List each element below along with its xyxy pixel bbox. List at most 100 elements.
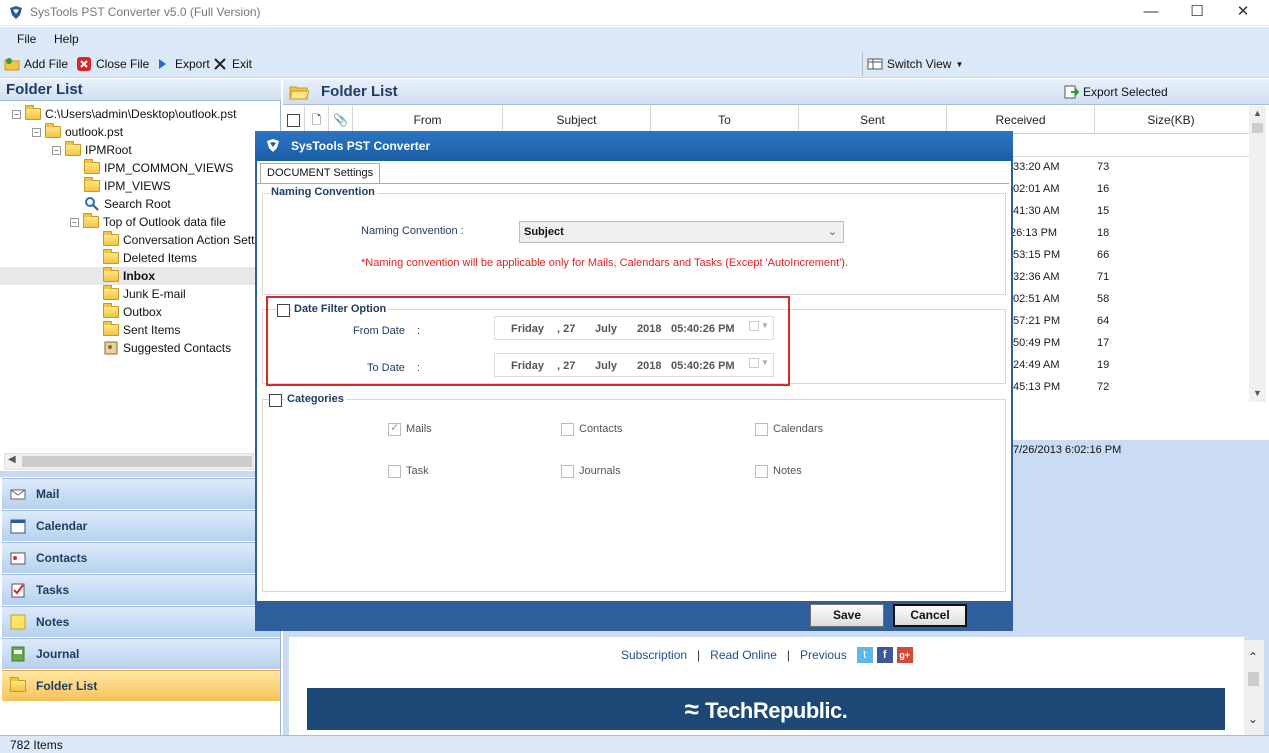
task-checkbox[interactable] — [388, 465, 401, 478]
scrollbar-thumb[interactable] — [1252, 123, 1263, 133]
collapse-icon[interactable]: − — [12, 109, 21, 119]
tree-item-top-of-outlook[interactable]: − Top of Outlook data file — [0, 213, 260, 231]
tree-item-search-root[interactable]: Search Root — [0, 195, 260, 213]
column-received[interactable]: Received — [947, 106, 1095, 134]
export-button[interactable]: Export — [155, 56, 210, 72]
naming-convention-select[interactable]: Subject ⌄ — [519, 221, 844, 243]
nav-journal[interactable]: Journal — [2, 638, 280, 669]
naming-convention-group-label: Naming Convention — [269, 186, 377, 198]
tree-item-conversation-action[interactable]: Conversation Action Sett — [0, 231, 260, 249]
tab-document-settings[interactable]: DOCUMENT Settings — [260, 163, 381, 183]
table-row[interactable]: :02:01 AM 16 — [1010, 179, 1248, 201]
scroll-up-icon[interactable]: ⌃ — [1248, 650, 1258, 664]
collapse-icon[interactable]: − — [32, 127, 41, 137]
contacts-checkbox[interactable] — [561, 423, 574, 436]
tree-item-inbox[interactable]: Inbox — [0, 267, 260, 285]
categories-checkbox[interactable] — [269, 394, 282, 407]
nav-mail[interactable]: Mail — [2, 478, 280, 509]
scroll-down-icon[interactable]: ▼ — [1253, 388, 1262, 398]
previous-link[interactable]: Previous — [800, 648, 847, 662]
export-selected-button[interactable]: Export Selected — [1063, 84, 1168, 100]
table-row[interactable]: :50:49 PM 17 — [1010, 333, 1248, 355]
add-file-label: Add File — [24, 57, 69, 71]
nav-contacts[interactable]: Contacts — [2, 542, 280, 573]
switch-view-button[interactable]: Switch View ▼ — [867, 56, 963, 72]
scrollbar-thumb[interactable] — [1248, 672, 1259, 686]
select-all-checkbox[interactable] — [287, 114, 300, 128]
table-row[interactable]: :02:51 AM 58 — [1010, 289, 1248, 311]
notes-label: Notes — [773, 465, 802, 477]
nav-folder-list[interactable]: Folder List — [2, 670, 280, 701]
size-cell: 15 — [1097, 205, 1110, 217]
collapse-icon[interactable]: − — [52, 145, 61, 155]
mails-label: Mails — [406, 423, 432, 435]
scrollbar-thumb[interactable] — [22, 456, 252, 467]
table-row[interactable]: :32:36 AM 71 — [1010, 267, 1248, 289]
contacts-icon — [10, 552, 26, 565]
table-row[interactable]: :53:15 PM 66 — [1010, 245, 1248, 267]
column-size[interactable]: Size(KB) — [1095, 106, 1247, 134]
table-row[interactable]: :41:30 AM 15 — [1010, 201, 1248, 223]
tree-item-ipmroot[interactable]: − IPMRoot — [0, 141, 260, 159]
grid-vertical-scrollbar[interactable]: ▲ ▼ — [1249, 106, 1266, 402]
close-window-button[interactable]: ✕ — [1220, 0, 1266, 26]
twitter-icon[interactable]: t — [856, 647, 873, 663]
table-row[interactable]: :57:21 PM 64 — [1010, 311, 1248, 333]
tree-item-outbox[interactable]: Outbox — [0, 303, 260, 321]
nav-tasks[interactable]: Tasks — [2, 574, 280, 605]
add-file-button[interactable]: Add File — [4, 56, 68, 72]
calendars-checkbox[interactable] — [755, 423, 768, 436]
received-cell: :50:49 PM — [1010, 337, 1061, 349]
folder-icon — [65, 141, 81, 156]
exit-button[interactable]: Exit — [212, 56, 252, 72]
google-plus-icon[interactable]: g+ — [896, 647, 913, 663]
mails-checkbox[interactable]: ✓ — [388, 422, 401, 436]
nav-notes[interactable]: Notes — [2, 606, 280, 637]
menu-help[interactable]: Help — [54, 32, 79, 46]
tree-item-root-path[interactable]: − C:\Users\admin\Desktop\outlook.pst — [0, 105, 260, 123]
scroll-down-icon[interactable]: ⌄ — [1248, 712, 1258, 726]
subscription-link[interactable]: Subscription — [621, 648, 687, 662]
tree-item-junk-email[interactable]: Junk E-mail — [0, 285, 260, 303]
menu-file[interactable]: File — [17, 32, 36, 46]
menu-bar: File Help — [0, 27, 1269, 51]
toolbar-separator — [862, 52, 863, 76]
mail-body-scrollbar[interactable]: ⌃ ⌄ — [1244, 640, 1264, 735]
scroll-left-icon[interactable]: ◀ — [8, 454, 16, 465]
nav-label: Mail — [36, 487, 60, 501]
facebook-icon[interactable]: f — [876, 647, 893, 663]
cancel-button[interactable]: Cancel — [893, 604, 967, 627]
checkmark-icon: ✓ — [390, 422, 400, 434]
maximize-button[interactable]: ☐ — [1174, 0, 1220, 26]
scroll-up-icon[interactable]: ▲ — [1253, 108, 1262, 118]
tree-item-ipm-views[interactable]: IPM_VIEWS — [0, 177, 260, 195]
column-subject[interactable]: Subject — [503, 106, 651, 134]
tree-horizontal-scrollbar[interactable]: ◀ — [4, 453, 254, 470]
tree-item-outlook-pst[interactable]: − outlook.pst — [0, 123, 260, 141]
dialog-title-bar[interactable]: SysTools PST Converter — [255, 131, 1013, 161]
column-sent[interactable]: Sent — [799, 106, 947, 134]
table-row[interactable]: :33:20 AM 73 — [1010, 157, 1248, 179]
collapse-icon[interactable]: − — [70, 217, 79, 227]
column-to[interactable]: To — [651, 106, 799, 134]
document-icon-col: 🗋 — [305, 106, 329, 134]
splitter[interactable] — [0, 471, 281, 477]
select-all-checkbox-col[interactable] — [283, 106, 305, 134]
table-row[interactable]: :45:13 PM 72 — [1010, 377, 1248, 399]
techrepublic-banner[interactable]: ≈ TechRepublic. — [307, 688, 1225, 730]
minimize-button[interactable]: — — [1128, 0, 1174, 26]
journals-checkbox[interactable] — [561, 465, 574, 478]
tree-item-deleted-items[interactable]: Deleted Items — [0, 249, 260, 267]
read-online-link[interactable]: Read Online — [710, 648, 777, 662]
tree-item-sent-items[interactable]: Sent Items — [0, 321, 260, 339]
column-from[interactable]: From — [353, 106, 503, 134]
nav-calendar[interactable]: Calendar — [2, 510, 280, 541]
table-row[interactable]: 26:13 PM 18 — [1010, 223, 1248, 245]
save-button[interactable]: Save — [810, 604, 884, 627]
exit-icon — [214, 58, 226, 70]
tree-item-suggested-contacts[interactable]: Suggested Contacts — [0, 339, 260, 357]
notes-checkbox[interactable] — [755, 465, 768, 478]
close-file-button[interactable]: Close File — [76, 56, 149, 72]
table-row[interactable]: :24:49 AM 19 — [1010, 355, 1248, 377]
tree-item-ipm-common-views[interactable]: IPM_COMMON_VIEWS — [0, 159, 260, 177]
